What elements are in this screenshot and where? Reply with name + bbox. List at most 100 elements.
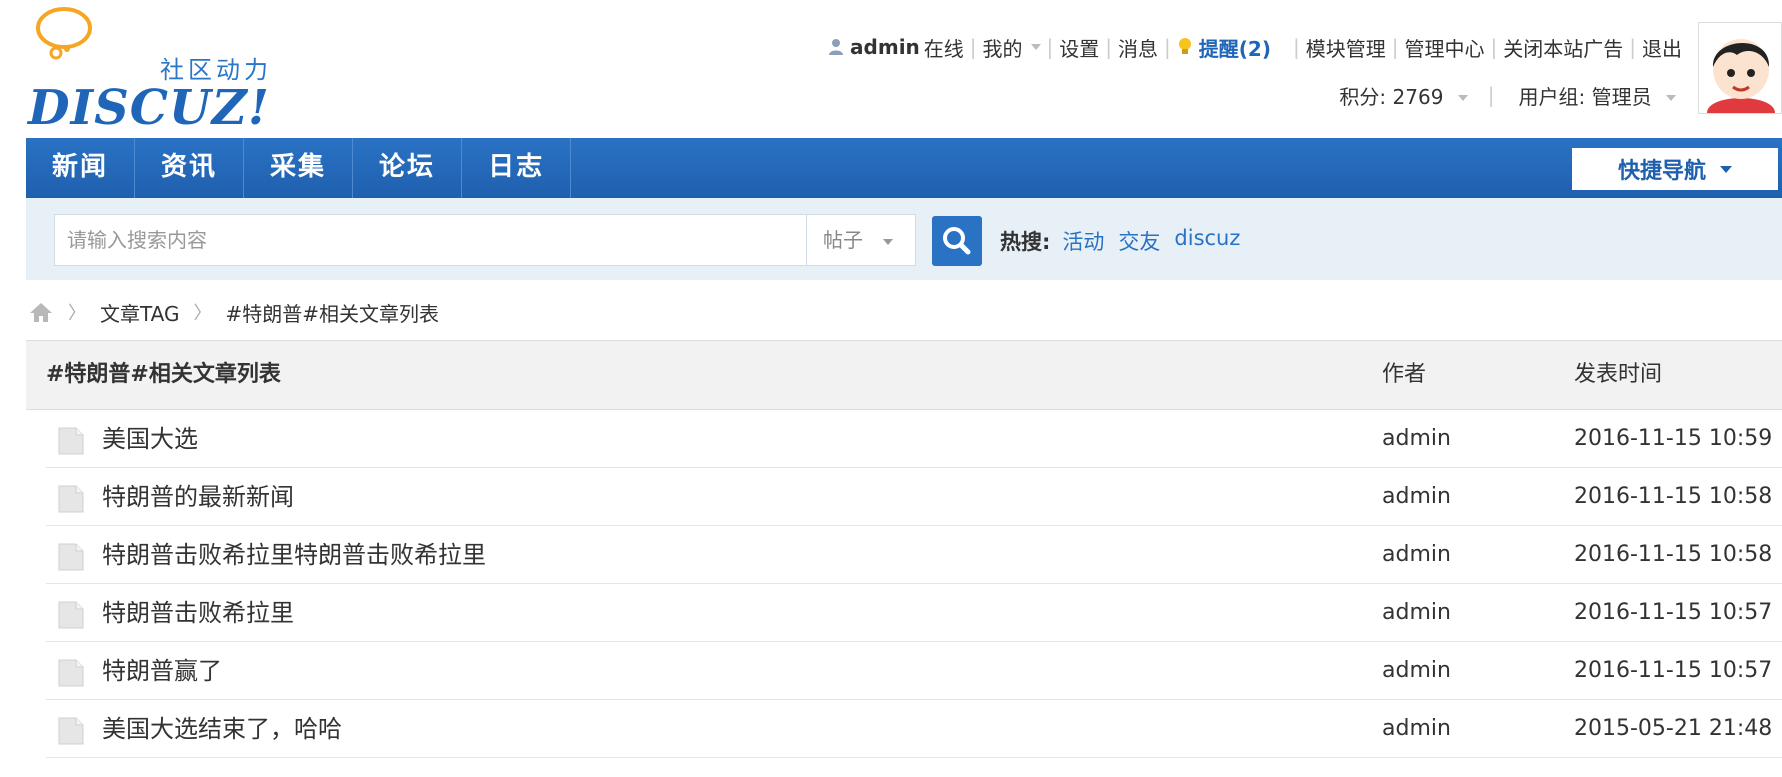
document-icon bbox=[58, 659, 84, 687]
breadcrumb-separator: 〉 bbox=[68, 303, 86, 324]
table-row: 特朗普击败希拉里特朗普击败希拉里 admin 2016-11-15 10:58 bbox=[46, 526, 1782, 584]
divider: | bbox=[1046, 35, 1054, 59]
chevron-down-icon bbox=[1720, 165, 1732, 173]
nav-item-forum[interactable]: 论坛 bbox=[353, 138, 463, 198]
divider: | bbox=[1487, 83, 1495, 107]
close-ads-link[interactable]: 关闭本站广告 bbox=[1503, 33, 1623, 62]
column-header-author: 作者 bbox=[1382, 362, 1427, 387]
article-title[interactable]: 特朗普击败希拉里特朗普击败希拉里 bbox=[102, 526, 486, 584]
article-time: 2016-11-15 10:58 bbox=[1574, 484, 1773, 509]
table-row: 特朗普赢了 admin 2016-11-15 10:57 bbox=[46, 642, 1782, 700]
chevron-down-icon bbox=[1457, 95, 1468, 101]
table-row: 美国大选结束了，哈哈 admin 2015-05-21 21:48 bbox=[46, 700, 1782, 758]
article-list: #特朗普#相关文章列表 作者 发表时间 美国大选 admin 2016-11-1… bbox=[26, 340, 1782, 758]
hot-search-term[interactable]: 交友 bbox=[1118, 226, 1160, 256]
document-icon bbox=[58, 427, 84, 455]
article-author[interactable]: admin bbox=[1382, 468, 1451, 526]
user-stats: 积分: 2769 | 用户组: 管理员 bbox=[1339, 81, 1676, 110]
article-title[interactable]: 特朗普赢了 bbox=[102, 642, 222, 700]
search-icon bbox=[943, 227, 971, 255]
article-time: 2016-11-15 10:59 bbox=[1574, 426, 1773, 451]
table-header: #特朗普#相关文章列表 作者 发表时间 bbox=[26, 340, 1782, 410]
nav-item-blog[interactable]: 日志 bbox=[462, 138, 572, 198]
quick-nav-button[interactable]: 快捷导航 bbox=[1572, 148, 1778, 190]
avatar-face-icon bbox=[1699, 23, 1781, 113]
article-time: 2015-05-21 21:48 bbox=[1574, 716, 1773, 741]
breadcrumb: 〉 文章TAG 〉 #特朗普#相关文章列表 bbox=[28, 298, 439, 326]
my-menu[interactable]: 我的 bbox=[983, 33, 1041, 62]
logout-link[interactable]: 退出 bbox=[1642, 33, 1682, 62]
divider: | bbox=[1490, 35, 1498, 59]
messages-link[interactable]: 消息 bbox=[1118, 33, 1158, 62]
table-row: 美国大选 admin 2016-11-15 10:59 bbox=[46, 410, 1782, 468]
chevron-down-icon bbox=[1030, 44, 1041, 50]
document-icon bbox=[58, 543, 84, 571]
search-type-select[interactable]: 帖子 bbox=[806, 214, 916, 266]
divider: | bbox=[1391, 35, 1399, 59]
module-manage-link[interactable]: 模块管理 bbox=[1306, 33, 1386, 62]
user-toolbar: admin 在线 | 我的 | 设置 | 消息 | 提醒(2) | 模块管理 |… bbox=[828, 33, 1682, 62]
search-type-label: 帖子 bbox=[823, 228, 863, 252]
article-author[interactable]: admin bbox=[1382, 700, 1451, 758]
nav-item-news[interactable]: 新闻 bbox=[26, 138, 136, 198]
lightbulb-icon bbox=[1178, 38, 1191, 54]
document-icon bbox=[58, 485, 84, 513]
points-menu[interactable]: 积分: 2769 bbox=[1339, 81, 1468, 110]
user-link[interactable]: admin bbox=[828, 35, 924, 59]
article-author[interactable]: admin bbox=[1382, 584, 1451, 642]
speech-bubble-icon bbox=[36, 7, 92, 60]
table-row: 特朗普的最新新闻 admin 2016-11-15 10:58 bbox=[46, 468, 1782, 526]
article-time: 2016-11-15 10:57 bbox=[1574, 658, 1773, 683]
article-author[interactable]: admin bbox=[1382, 642, 1451, 700]
chevron-down-icon bbox=[1666, 95, 1676, 101]
breadcrumb-separator: 〉 bbox=[193, 303, 212, 324]
chevron-down-icon bbox=[883, 238, 894, 245]
article-title[interactable]: 特朗普击败希拉里 bbox=[102, 584, 294, 642]
username: admin bbox=[850, 35, 920, 59]
home-icon[interactable] bbox=[28, 301, 54, 323]
user-group-label: 用户组: 管理员 bbox=[1518, 84, 1652, 109]
article-title[interactable]: 美国大选结束了，哈哈 bbox=[102, 700, 342, 758]
search-bar: 请输入搜索内容 帖子 热搜: 活动 交友 discuz bbox=[26, 198, 1782, 280]
user-group-menu[interactable]: 用户组: 管理员 bbox=[1519, 81, 1676, 110]
divider: | bbox=[1293, 35, 1300, 59]
article-author[interactable]: admin bbox=[1382, 410, 1451, 468]
main-nav: 新闻 资讯 采集 论坛 日志 快捷导航 bbox=[26, 138, 1782, 198]
online-status: 在线 bbox=[923, 36, 964, 61]
my-menu-label: 我的 bbox=[982, 36, 1023, 61]
logo-title: DISCUZ! bbox=[28, 80, 270, 136]
article-author[interactable]: admin bbox=[1382, 526, 1451, 584]
document-icon bbox=[58, 601, 84, 629]
breadcrumb-item[interactable]: 文章TAG bbox=[100, 298, 180, 327]
admin-center-link[interactable]: 管理中心 bbox=[1405, 33, 1485, 62]
table-row: 特朗普击败希拉里 admin 2016-11-15 10:57 bbox=[46, 584, 1782, 642]
divider: | bbox=[969, 35, 977, 59]
hot-search-term[interactable]: 活动 bbox=[1062, 226, 1104, 256]
divider: | bbox=[1164, 35, 1171, 59]
breadcrumb-item: #特朗普#相关文章列表 bbox=[225, 301, 440, 326]
reminder-label: 提醒(2) bbox=[1198, 36, 1271, 61]
article-title[interactable]: 特朗普的最新新闻 bbox=[102, 468, 294, 526]
article-time: 2016-11-15 10:57 bbox=[1574, 600, 1773, 625]
avatar[interactable] bbox=[1698, 22, 1782, 114]
article-time: 2016-11-15 10:58 bbox=[1574, 542, 1773, 567]
hot-search-term[interactable]: discuz bbox=[1174, 226, 1240, 256]
nav-item-info[interactable]: 资讯 bbox=[135, 138, 245, 198]
search-button[interactable] bbox=[932, 216, 982, 266]
discuz-logo[interactable]: 社区动力 DISCUZ! bbox=[28, 6, 278, 136]
user-icon bbox=[829, 39, 844, 55]
document-icon bbox=[58, 717, 84, 745]
hot-search-label: 热搜: bbox=[1000, 230, 1051, 254]
divider: | bbox=[1105, 35, 1113, 59]
nav-item-collect[interactable]: 采集 bbox=[244, 138, 354, 198]
article-title[interactable]: 美国大选 bbox=[102, 410, 198, 468]
column-header-time: 发表时间 bbox=[1574, 362, 1663, 387]
reminder-link[interactable]: 提醒(2) bbox=[1177, 33, 1271, 62]
points-label: 积分: 2769 bbox=[1339, 84, 1444, 109]
search-input[interactable]: 请输入搜索内容 bbox=[54, 214, 806, 266]
settings-link[interactable]: 设置 bbox=[1059, 33, 1099, 62]
header: 社区动力 DISCUZ! admin 在线 | 我的 | 设置 | 消息 | 提… bbox=[0, 0, 1782, 138]
divider: | bbox=[1629, 35, 1636, 59]
hot-search: 热搜: 活动 交友 discuz bbox=[1000, 226, 1254, 256]
column-header-title: #特朗普#相关文章列表 bbox=[46, 362, 281, 387]
